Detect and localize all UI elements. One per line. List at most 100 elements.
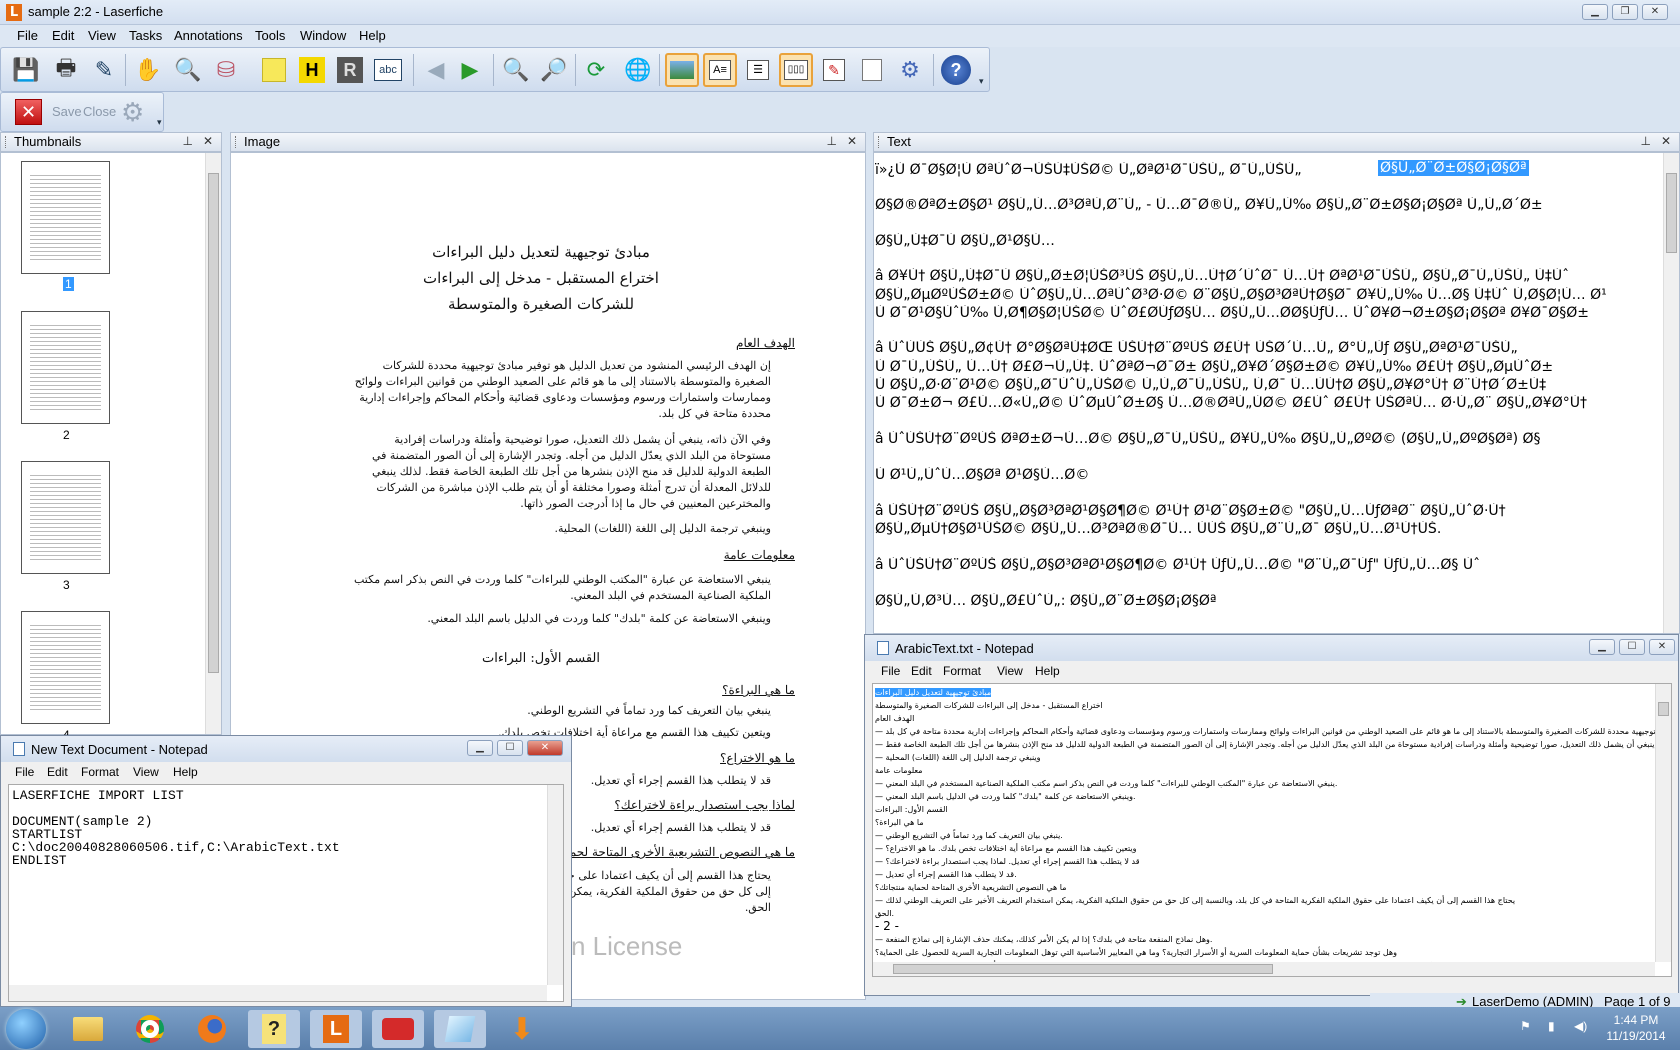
gear-icon[interactable]: ⚙ <box>121 97 144 128</box>
toolbar-overflow-icon[interactable]: ▾ <box>157 117 162 128</box>
cancel-x-icon[interactable]: ✕ <box>15 99 42 125</box>
close-icon[interactable]: ✕ <box>1661 134 1671 148</box>
text-line: â ÙŠÙ†Ø¨ØºÙŠ Ø§Ù„Ø§Ø³ØªØ¹Ø§Ø¶Ø© Ø¹Ù† Ø¹Ø… <box>875 503 1506 519</box>
stamp-icon[interactable]: ⛁ <box>209 53 243 87</box>
properties-view-icon[interactable] <box>855 53 889 87</box>
globe-icon[interactable]: 🌐 <box>621 53 655 87</box>
text-box-icon[interactable]: abc <box>371 53 405 87</box>
panel-grip[interactable] <box>878 136 881 148</box>
notepad-arabic-window: ArabicText.txt - Notepad ▁ ☐ ✕ File Edit… <box>864 634 1679 996</box>
zoom-in-icon[interactable]: 🔍 <box>499 53 533 87</box>
notepad-arabic-menu: File Edit Format View Help <box>865 661 1678 681</box>
minimize-button[interactable]: ▁ <box>467 740 493 756</box>
notepad-arabic-vscroll[interactable] <box>1655 684 1671 962</box>
explorer-taskbar-icon[interactable] <box>62 1010 114 1048</box>
help-taskbar-icon[interactable]: ? <box>248 1010 300 1048</box>
thumbnail-page-1[interactable] <box>21 161 110 274</box>
minimize-button[interactable]: ▁ <box>1589 639 1615 655</box>
image-view-icon[interactable] <box>665 53 699 87</box>
toolbar-overflow-icon[interactable]: ▾ <box>979 76 984 87</box>
start-button[interactable] <box>6 1009 46 1049</box>
text-scrollbar[interactable] <box>1663 153 1679 633</box>
doc-paragraph-2: وفي الآن ذاته، ينبغي أن يشمل ذلك التعديل… <box>371 433 771 510</box>
panel-grip[interactable] <box>235 136 238 148</box>
toolbar-separator <box>575 54 576 86</box>
laserfiche-taskbar-icon[interactable]: L <box>310 1010 362 1048</box>
thumbnails-scrollbar[interactable] <box>205 153 221 734</box>
fields-view-icon[interactable]: ☰ <box>741 53 775 87</box>
panel-grip[interactable] <box>5 136 8 148</box>
menu-view[interactable]: View <box>133 765 159 779</box>
settings-gear-icon[interactable]: ⚙ <box>893 53 927 87</box>
thumbnails-view-icon[interactable]: ▯▯▯ <box>779 53 813 87</box>
restore-button[interactable]: ❐ <box>1612 4 1638 20</box>
pin-icon[interactable]: ⊥ <box>827 134 837 148</box>
tray-flag-icon[interactable]: ⚑ <box>1520 1019 1531 1033</box>
menu-edit[interactable]: Edit <box>911 664 932 678</box>
tray-clock[interactable]: 1:44 PM 11/19/2014 <box>1600 1012 1672 1044</box>
hand-pan-icon[interactable]: ✋ <box>131 53 165 87</box>
menu-edit[interactable]: Edit <box>52 28 74 43</box>
notepad-import-vscroll[interactable] <box>547 785 563 985</box>
save-button[interactable]: Save <box>52 104 82 119</box>
close-button[interactable]: ✕ <box>1649 639 1675 655</box>
maximize-button[interactable]: ☐ <box>1619 639 1645 655</box>
menu-help[interactable]: Help <box>359 28 386 43</box>
menu-file[interactable]: File <box>17 28 38 43</box>
menu-tasks[interactable]: Tasks <box>129 28 162 43</box>
close-button-toolbar[interactable]: Close <box>83 104 116 119</box>
save-icon[interactable]: 💾 <box>9 53 43 87</box>
zoom-out-icon[interactable]: 🔎 <box>537 53 571 87</box>
pin-icon[interactable]: ⊥ <box>1641 134 1651 148</box>
thumbnail-page-4[interactable] <box>21 611 110 724</box>
sticky-note-icon[interactable] <box>257 53 291 87</box>
thumbnail-page-3[interactable] <box>21 461 110 574</box>
text-view-icon[interactable]: A≡ <box>703 53 737 87</box>
notepad-arabic-hscroll[interactable] <box>873 962 1655 976</box>
menu-help[interactable]: Help <box>173 765 198 779</box>
close-button[interactable]: ✕ <box>1642 4 1668 20</box>
help-icon[interactable]: ? <box>939 53 973 87</box>
close-icon[interactable]: ✕ <box>847 134 857 148</box>
highlight-icon[interactable]: H <box>295 53 329 87</box>
menu-file[interactable]: File <box>881 664 900 678</box>
close-button[interactable]: ✕ <box>527 740 563 756</box>
notepad-import-textarea[interactable]: LASERFICHE IMPORT LIST DOCUMENT(sample 2… <box>8 784 564 1002</box>
menu-tools[interactable]: Tools <box>255 28 285 43</box>
close-icon[interactable]: ✕ <box>203 134 213 148</box>
zoom-region-icon[interactable]: 🔍 <box>171 53 205 87</box>
previous-page-icon[interactable]: ◀ <box>419 53 453 87</box>
download-taskbar-icon[interactable]: ⬇ <box>496 1010 548 1048</box>
menu-file[interactable]: File <box>15 765 34 779</box>
notepad-taskbar-icon[interactable] <box>434 1010 486 1048</box>
menu-annotations[interactable]: Annotations <box>174 28 243 43</box>
print-icon[interactable]: 🖶 <box>49 53 83 87</box>
scanner-taskbar-icon[interactable] <box>372 1010 424 1048</box>
menu-help[interactable]: Help <box>1035 664 1060 678</box>
thumbnail-page-2[interactable] <box>21 311 110 424</box>
toolbar-separator <box>125 54 126 86</box>
minimize-button[interactable]: ▁ <box>1582 4 1608 20</box>
menu-format[interactable]: Format <box>943 664 981 678</box>
firefox-taskbar-icon[interactable] <box>186 1010 238 1048</box>
menu-edit[interactable]: Edit <box>47 765 68 779</box>
menu-view[interactable]: View <box>997 664 1023 678</box>
refresh-icon[interactable]: ⟳ <box>579 53 613 87</box>
text-line: Ù Ø§Ù„Ø·Ø¨Ø¹Ø© Ø§Ù„Ø¯ÙˆÙ„ÙŠØ© Ù„Ù„Ø¯Ù„ÙŠ… <box>875 377 1547 393</box>
tray-volume-icon[interactable]: ◀) <box>1574 1019 1587 1033</box>
chrome-taskbar-icon[interactable] <box>124 1010 176 1048</box>
pen-icon[interactable]: ✎ <box>87 53 121 87</box>
redact-icon[interactable]: R <box>333 53 367 87</box>
pin-icon[interactable]: ⊥ <box>183 134 193 148</box>
maximize-button[interactable]: ☐ <box>497 740 523 756</box>
thumbnails-panel-title: Thumbnails <box>14 134 82 149</box>
menu-window[interactable]: Window <box>300 28 346 43</box>
notepad-import-hscroll[interactable] <box>9 985 547 1001</box>
notepad-arabic-titlebar: ArabicText.txt - Notepad ▁ ☐ ✕ <box>865 635 1678 661</box>
notepad-arabic-textarea[interactable]: مبادئ توجيهية لتعديل دليل البراءات اخترا… <box>872 683 1672 977</box>
menu-view[interactable]: View <box>88 28 116 43</box>
tray-network-icon[interactable]: ▮ <box>1548 1019 1555 1033</box>
menu-format[interactable]: Format <box>81 765 119 779</box>
annotations-view-icon[interactable]: ✎ <box>817 53 851 87</box>
next-page-icon[interactable]: ▶ <box>453 53 487 87</box>
